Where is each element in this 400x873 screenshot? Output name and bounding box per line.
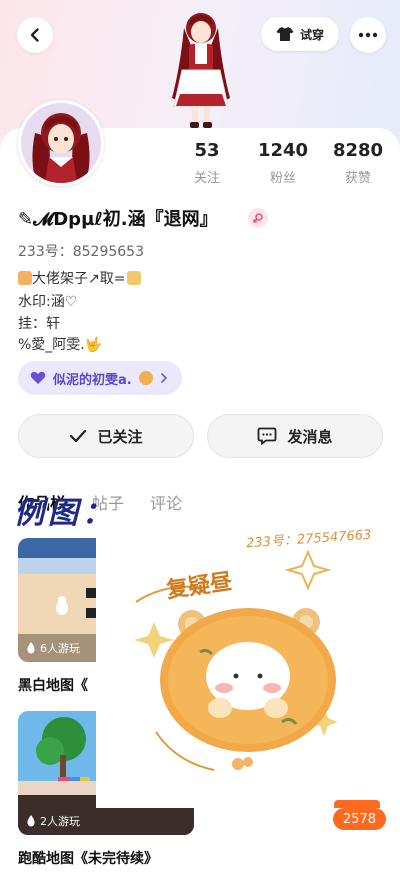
female-gender-icon <box>248 208 268 228</box>
stat-likes-label: 获赞 <box>344 171 371 186</box>
followed-label: 已关注 <box>97 427 143 446</box>
stat-followers[interactable]: 1240 粉丝 <box>248 140 318 186</box>
stat-followers-value: 1240 <box>257 140 309 161</box>
stat-following-label: 关注 <box>193 171 220 186</box>
avatar-portrait-image <box>21 103 101 183</box>
friend-tag-button[interactable]: 似泥的初雯a. <box>18 361 182 395</box>
try-on-button[interactable]: 试穿 <box>261 17 339 51</box>
stat-likes-value: 8280 <box>332 140 384 161</box>
send-message-button[interactable]: 发消息 <box>207 414 383 458</box>
sticker-overlay: 233号：275547663 复疑昼 <box>96 512 400 808</box>
send-message-label: 发消息 <box>287 427 333 446</box>
heart-icon <box>30 371 46 384</box>
avatar[interactable] <box>18 100 104 186</box>
dog-emoji-icon <box>127 271 142 285</box>
avatar-character-figure <box>172 13 230 128</box>
bio-line-1-text: 大佬架子↗取= <box>32 271 126 287</box>
donut-bear-sticker-image <box>134 549 338 771</box>
flame-icon <box>27 815 35 827</box>
play-count-2: 2人游玩 <box>26 813 80 829</box>
bio-line-1: 大佬架子↗取= <box>18 268 142 288</box>
game-title-2[interactable]: 跑酷地图《未完待续》 <box>18 848 158 868</box>
stat-followers-label: 粉丝 <box>269 171 296 186</box>
stat-following[interactable]: 53 关注 <box>172 140 242 186</box>
more-button[interactable] <box>350 17 386 53</box>
game-title-1[interactable]: 黑白地图《 <box>18 675 88 695</box>
message-bubble-icon <box>258 427 277 445</box>
stat-following-value: 53 <box>194 140 220 161</box>
cookie-emoji-icon <box>138 371 153 385</box>
back-button[interactable] <box>17 17 53 53</box>
user-id: 233号：85295653 <box>18 244 144 260</box>
bio-line-4: %愛_阿雯.🤟 <box>18 337 103 353</box>
profile-nickname: ✎𝓜Dpµℓ初.涵『退网』 <box>18 209 218 230</box>
play-count-1: 6人游玩 <box>26 640 80 656</box>
count-badge[interactable]: 2578 <box>332 808 386 830</box>
bio-line-2: 水印:涵♡ <box>18 294 78 310</box>
checkmark-icon <box>70 429 87 443</box>
flame-icon <box>27 642 35 654</box>
bio-line-3: 挂：轩 <box>18 316 60 332</box>
chevron-left-icon <box>30 28 39 42</box>
example-image-label: 例图： <box>14 496 116 531</box>
followed-button[interactable]: 已关注 <box>18 414 194 458</box>
tab-comments[interactable]: 评论 <box>150 490 182 514</box>
play-count-1-text: 6人游玩 <box>40 642 80 655</box>
try-on-label: 试穿 <box>299 27 324 42</box>
chevron-right-icon <box>160 373 167 383</box>
count-badge-cap <box>334 800 380 808</box>
friend-tag-label: 似泥的初雯a. <box>53 372 132 388</box>
badge-emoji-icon <box>18 271 32 285</box>
more-dots-icon <box>358 32 378 38</box>
stat-likes[interactable]: 8280 获赞 <box>323 140 393 186</box>
play-count-2-text: 2人游玩 <box>40 815 80 828</box>
tshirt-icon <box>276 27 294 41</box>
